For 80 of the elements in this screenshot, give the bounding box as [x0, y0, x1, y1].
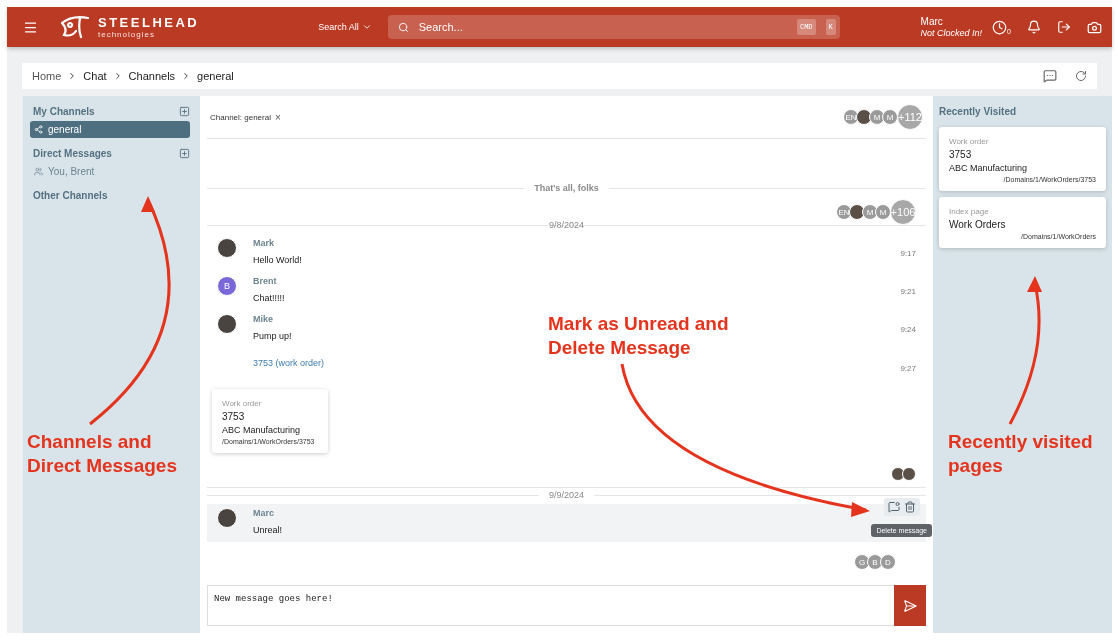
card-title: 3753	[949, 149, 973, 160]
search-input[interactable]: Search...	[416, 20, 787, 34]
send-icon	[903, 598, 917, 613]
section-title: Direct Messages	[33, 148, 112, 159]
channel-filter-label: Channel: general	[210, 112, 271, 122]
caret-icon	[361, 22, 372, 32]
message-text: Hello World!	[253, 255, 302, 265]
annotation-text: Recently visited pages	[948, 430, 1093, 478]
search-scope-dropdown[interactable]: Search All	[312, 21, 378, 33]
reader-avatar: B	[867, 554, 883, 570]
chat-icon[interactable]	[1043, 69, 1057, 83]
brand-tagline: technologies	[98, 30, 156, 39]
channel-icon	[34, 125, 43, 134]
send-button[interactable]	[894, 585, 926, 626]
user-avatar	[217, 238, 237, 258]
reader-avatar: EN	[836, 204, 852, 220]
search-icon	[397, 21, 409, 33]
message-time: 9:17	[900, 248, 916, 258]
avatar-photo	[849, 204, 865, 220]
date-divider: 9/9/2024	[207, 490, 926, 500]
card-type: Work order	[222, 399, 263, 408]
camera-icon[interactable]	[1087, 19, 1102, 35]
panel-title: Recently Visited	[939, 106, 1018, 117]
message-text: Chat!!!!!	[253, 293, 285, 303]
add-icon[interactable]	[179, 148, 190, 159]
message-time: 9:27	[900, 364, 916, 373]
reader-avatar: M	[882, 109, 898, 125]
message-time: 9:24	[900, 324, 916, 334]
sidebar-item[interactable]: general	[30, 121, 190, 138]
add-icon[interactable]	[179, 106, 190, 117]
user-avatar: B	[217, 276, 237, 296]
section-title: My Channels	[33, 106, 95, 117]
logout-icon[interactable]	[1057, 20, 1071, 34]
clock-status: Not Clocked In!	[920, 27, 983, 39]
mark-unread-icon[interactable]	[888, 501, 900, 513]
message-input[interactable]: New message goes here!	[207, 585, 894, 626]
reader-avatar: D	[880, 554, 896, 570]
logo-icon	[58, 15, 92, 39]
card-type: Work order	[949, 137, 990, 146]
avatar-photo	[902, 467, 916, 481]
breadcrumb-link[interactable]: general	[197, 70, 234, 82]
remove-filter-button[interactable]: ×	[270, 111, 285, 123]
message-time: 9:21	[900, 286, 916, 296]
end-of-history-divider: That's all, folks	[207, 183, 926, 193]
annotation-text: Mark as Unread and Delete Message	[548, 312, 729, 360]
work-order-link[interactable]: 3753 (work order)	[253, 357, 325, 368]
more-readers-count: +112	[897, 104, 923, 130]
refresh-icon[interactable]	[1075, 70, 1087, 82]
delete-icon[interactable]	[904, 501, 916, 513]
people-icon	[34, 167, 43, 176]
user-name: Marc	[920, 15, 944, 28]
message-author: Mike	[253, 314, 273, 324]
card-subtitle: ABC Manufacturing	[222, 425, 302, 435]
card-title: 3753	[222, 411, 246, 422]
message-author: Marc	[253, 508, 274, 518]
card-subtitle: ABC Manufacturing	[949, 163, 1029, 173]
menu-icon[interactable]	[23, 19, 38, 35]
reader-avatar: EN	[843, 109, 859, 125]
user-avatar	[217, 508, 237, 528]
message-author: Mark	[253, 238, 274, 248]
breadcrumb-link[interactable]: Home	[32, 70, 62, 82]
avatar-photo	[891, 467, 905, 481]
message-author: Brent	[253, 276, 277, 286]
breadcrumb-link[interactable]: Channels	[128, 70, 176, 82]
brand-name: STEELHEAD	[98, 15, 200, 29]
card-title: Work Orders	[949, 219, 1007, 230]
reader-avatar: M	[875, 204, 891, 220]
breadcrumb-link[interactable]: Chat	[83, 70, 107, 82]
reader-avatar: M	[869, 109, 885, 125]
message-text: Unreal!	[253, 525, 282, 535]
avatar-photo	[856, 109, 872, 125]
more-readers-count: +106	[890, 199, 916, 225]
section-title: Other Channels	[33, 190, 108, 201]
annotation-text: Channels and Direct Messages	[27, 430, 177, 478]
bell-icon[interactable]	[1027, 20, 1041, 34]
user-avatar	[217, 314, 237, 334]
message-text: Pump up!	[253, 331, 292, 341]
card-type: Index page	[949, 207, 990, 216]
reader-avatar: G	[854, 554, 870, 570]
reader-avatar: M	[862, 204, 878, 220]
